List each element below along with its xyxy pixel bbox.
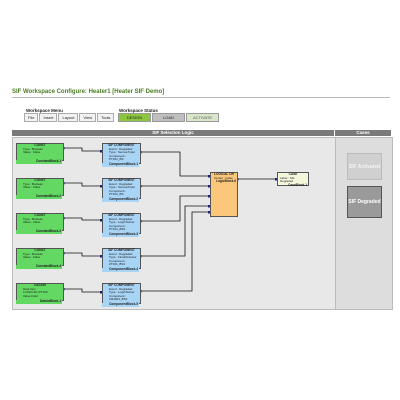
sif-component-block[interactable]: SIF COMPONENT Event : Degraded Type : Fi…	[102, 248, 141, 269]
block-label-text: ConstantBlock.2	[35, 194, 61, 198]
connection-wires	[62, 147, 278, 294]
block-label: ComponentBlock.4	[102, 267, 139, 272]
block-label-text: ComponentBlock.5	[108, 302, 138, 306]
block-component: Component : CR2001_BS3	[109, 293, 128, 301]
sif-component-block[interactable]: SIF COMPONENT Event : Degraded Type : Se…	[102, 178, 141, 199]
block-label-text: ComponentBlock.3	[108, 232, 138, 236]
block-label-text: DataInBlock.1	[39, 299, 61, 303]
block-label-text: CaseBlock.1	[288, 182, 307, 187]
sif-component-block[interactable]: SIF COMPONENT Event : Degraded Type : Lo…	[102, 213, 141, 234]
block-label-text: ComponentBlock.4	[108, 267, 138, 271]
block-label: ComponentBlock.1	[102, 162, 139, 167]
block-component: Component : PT101_BS3	[109, 223, 127, 231]
block-label: ConstantBlock.1	[16, 159, 62, 164]
case-block[interactable]: CASE Label : SIF Degraded CaseBlock.1	[277, 172, 309, 186]
block-label-text: ConstantBlock.1	[35, 159, 61, 163]
block-label: DataInBlock.1	[16, 299, 62, 304]
block-value-field: Value Field	[23, 293, 38, 298]
block-label-text: ComponentBlock.1	[108, 162, 138, 166]
block-label: ConstantBlock.4	[16, 264, 62, 269]
block-label-text: ComponentBlock.2	[108, 197, 138, 201]
block-label: ComponentBlock.3	[102, 232, 139, 237]
block-label: ComponentBlock.2	[102, 197, 139, 202]
sif-component-block[interactable]: SIF COMPONENT Event : Degraded Type : Se…	[102, 143, 141, 164]
block-component: Component : PT102_BS	[109, 188, 127, 196]
block-value: Value : False	[23, 185, 41, 189]
block-label-text: ConstantBlock.3	[35, 229, 61, 233]
block-label: ConstantBlock.3	[16, 229, 62, 234]
block-label-text: ConstantBlock.4	[35, 264, 61, 268]
block-label-text: LogicBlock.6	[216, 179, 236, 183]
block-component: Component : PT101_BS	[109, 153, 127, 161]
block-value: Value : False	[23, 255, 41, 259]
block-value: Value : False	[23, 220, 41, 224]
block-label: ConstantBlock.2	[16, 194, 62, 199]
sif-component-block[interactable]: SIF COMPONENT Event : Degraded Type : Lo…	[102, 283, 141, 304]
block-label: ComponentBlock.5	[102, 302, 139, 307]
block-component: Component : ZT101_BS3	[109, 258, 127, 266]
logical-or-block[interactable]: LOGICAL OR Output : False LogicBlock.6	[210, 172, 238, 217]
block-value: Value : False	[23, 150, 41, 154]
